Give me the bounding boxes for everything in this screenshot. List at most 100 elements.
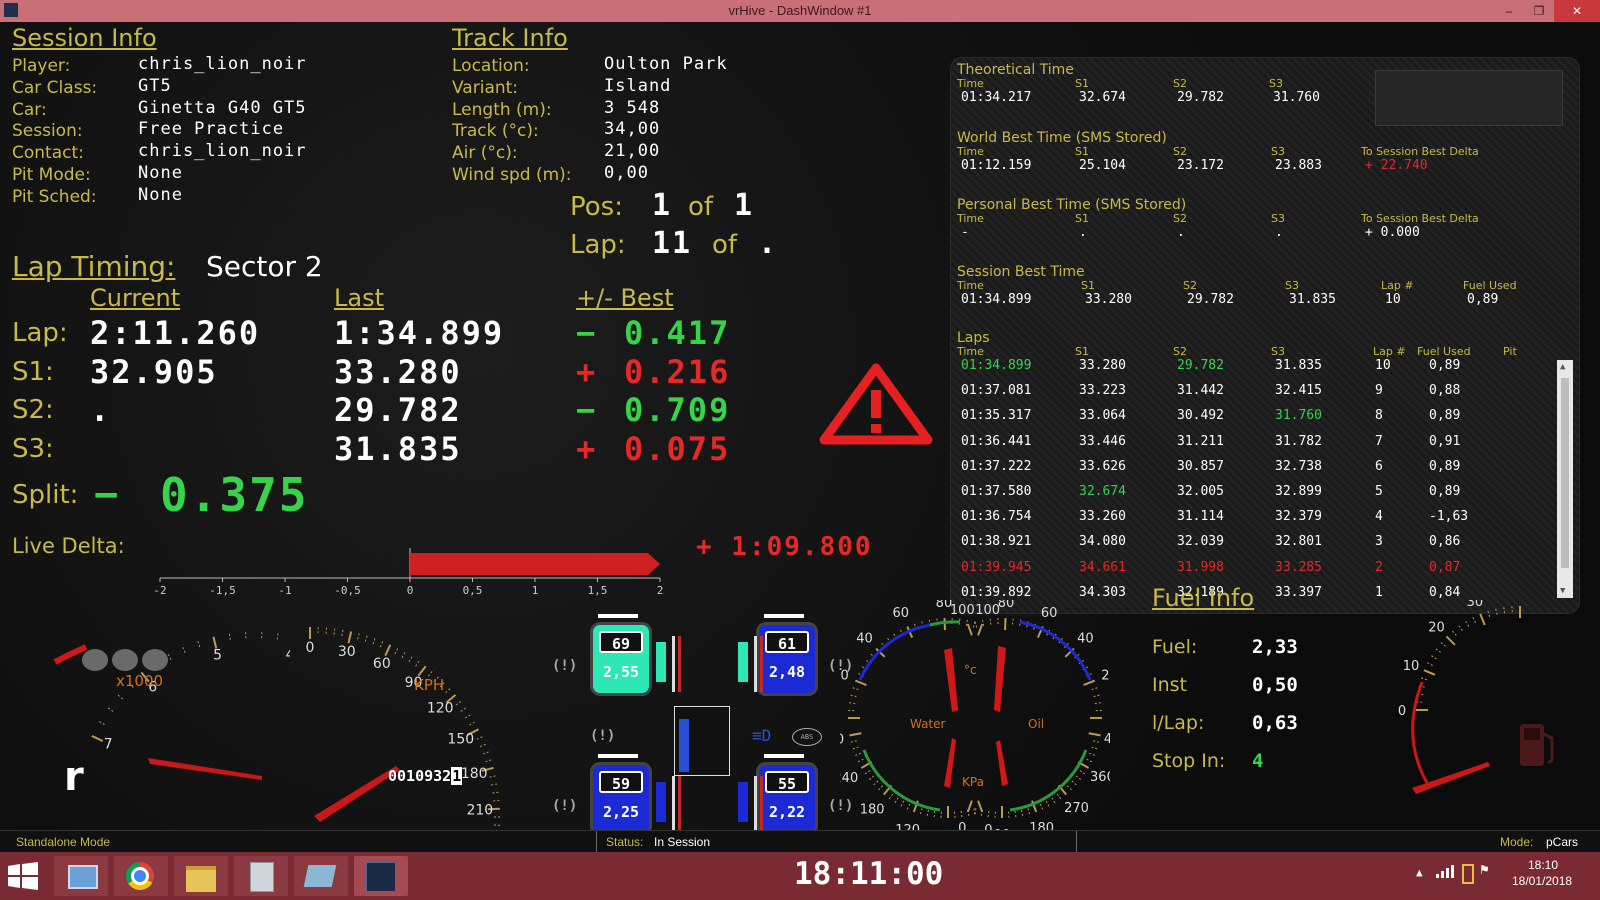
scroll-down-icon[interactable]: ▼ bbox=[1560, 586, 1565, 596]
pressure-left-minor-tick bbox=[850, 740, 857, 743]
session-best-title: Session Best Time bbox=[957, 264, 1085, 280]
lap-cell-lap: 4 bbox=[1375, 509, 1383, 525]
lap-cell-s3: 31.760 bbox=[1275, 408, 1322, 424]
laps-scrollbar[interactable]: ▲ ▼ bbox=[1557, 360, 1573, 598]
lap-row[interactable]: 01:37.580 32.674 32.005 32.899 5 0,89 bbox=[951, 484, 1551, 506]
lap-row[interactable]: 01:36.441 33.446 31.211 31.782 7 0,91 bbox=[951, 434, 1551, 456]
laps-col-header: Lap # bbox=[1373, 345, 1406, 358]
abs-icon: ABS bbox=[792, 728, 822, 746]
fuel-level-fill bbox=[679, 719, 689, 772]
tyre-fl: 69 2,55 bbox=[590, 622, 652, 696]
tray-date[interactable]: 18/01/2018 bbox=[1512, 874, 1572, 888]
pressure-right-minor-tick bbox=[1021, 809, 1024, 816]
flag-icon[interactable]: ⚑ bbox=[1480, 862, 1488, 878]
restore-button[interactable]: ❐ bbox=[1524, 0, 1554, 22]
tray-time[interactable]: 18:10 bbox=[1528, 858, 1558, 872]
battery-icon[interactable] bbox=[1462, 864, 1474, 884]
lap-row[interactable]: 01:36.754 33.260 31.114 32.379 4 -1,63 bbox=[951, 509, 1551, 531]
speed-minor-tick bbox=[464, 714, 471, 719]
fuel-value: 4 bbox=[1252, 750, 1264, 772]
lap-row[interactable]: 01:38.921 34.080 32.039 32.801 3 0,86 bbox=[951, 534, 1551, 556]
taskbar-notes-icon[interactable] bbox=[294, 856, 348, 896]
rpm-tick-label: 7 bbox=[104, 737, 113, 753]
speed-tick-label: 0 bbox=[306, 640, 315, 656]
fuel-gauge-tick-label: 40 bbox=[1512, 600, 1529, 601]
minimize-button[interactable]: – bbox=[1494, 0, 1524, 22]
delta-tick-label: 2 bbox=[657, 584, 664, 597]
tyre-wear-bar bbox=[764, 754, 804, 758]
oil-minor-tick bbox=[974, 621, 978, 628]
session-value: None bbox=[138, 163, 183, 183]
cell-value: - bbox=[961, 225, 969, 240]
windows-start-icon[interactable] bbox=[8, 862, 38, 890]
col-header: S3 bbox=[1271, 212, 1285, 225]
lap-row[interactable]: 01:37.081 33.223 31.442 32.415 9 0,88 bbox=[951, 383, 1551, 405]
live-delta-readout: + 1:09.800 bbox=[696, 532, 873, 562]
speed-minor-tick bbox=[333, 628, 336, 635]
laps-title: Laps bbox=[957, 330, 990, 346]
lap-cell-s2: 31.211 bbox=[1177, 433, 1224, 449]
timing-row-label: S3: bbox=[12, 433, 54, 464]
pressure-left-tick bbox=[849, 732, 862, 737]
lap-cell-fuel: 0,89 bbox=[1429, 458, 1461, 474]
lap-cell-s3: 32.415 bbox=[1275, 383, 1322, 399]
scroll-up-icon[interactable]: ▲ bbox=[1560, 362, 1565, 372]
water-minor-tick bbox=[850, 694, 857, 698]
timing-delta: 0.216 bbox=[624, 352, 731, 391]
pressure-right-tick-label: 450 bbox=[1104, 732, 1110, 747]
info-box bbox=[1375, 70, 1563, 126]
fuel-gauge-tick-label: 20 bbox=[1428, 621, 1445, 636]
lap-cell-s1: 34.661 bbox=[1079, 559, 1126, 575]
col-header: S1 bbox=[1075, 212, 1089, 225]
lap-cell-lap: 3 bbox=[1375, 534, 1383, 550]
pressure-left-tick-label: 240 bbox=[840, 771, 858, 786]
close-button[interactable]: ✕ bbox=[1554, 0, 1600, 22]
tyre-temp: 61 bbox=[765, 631, 809, 653]
position-label: Pos: bbox=[570, 192, 623, 222]
lap-row[interactable]: 01:34.899 33.280 29.782 31.835 10 0,89 bbox=[951, 358, 1551, 380]
cell-value: + 22.740 bbox=[1365, 158, 1428, 173]
timing-current: . bbox=[90, 391, 112, 429]
status-label: Status: bbox=[606, 835, 644, 849]
session-info-header: Session Info bbox=[12, 24, 157, 52]
col-header: S2 bbox=[1173, 77, 1187, 90]
fuel-pump-icon bbox=[1520, 724, 1554, 766]
tyre-rl: 59 2,25 bbox=[590, 762, 652, 836]
pressure-right-minor-tick bbox=[1051, 797, 1056, 804]
pressure-left-minor-tick bbox=[857, 758, 864, 763]
taskbar-chrome-icon[interactable] bbox=[114, 856, 168, 896]
taskbar-vrhive-icon[interactable] bbox=[354, 856, 408, 896]
speed-minor-tick bbox=[408, 656, 413, 663]
rpm-tick-label: 5 bbox=[213, 647, 222, 663]
lap-cell-time: 01:36.754 bbox=[961, 509, 1032, 525]
lap-cell-s2: 32.039 bbox=[1177, 534, 1224, 550]
damper-line bbox=[754, 636, 757, 692]
water-tick bbox=[977, 623, 984, 636]
lap-count-total: . bbox=[758, 226, 779, 261]
window-titlebar: vrHive - DashWindow #1 – ❐ ✕ bbox=[0, 0, 1600, 22]
lap-row[interactable]: 01:37.222 33.626 30.857 32.738 6 0,89 bbox=[951, 459, 1551, 481]
fuel-label: Inst bbox=[1152, 674, 1187, 696]
laps-col-header: Pit bbox=[1503, 345, 1517, 358]
network-icon[interactable] bbox=[1436, 864, 1454, 878]
lap-row[interactable]: 01:35.317 33.064 30.492 31.760 8 0,89 bbox=[951, 408, 1551, 430]
lap-cell-fuel: 0,84 bbox=[1429, 584, 1461, 600]
lap-row[interactable]: 01:39.945 34.661 31.998 33.285 2 0,87 bbox=[951, 560, 1551, 582]
laps-scrollbar-thumb[interactable] bbox=[1561, 378, 1569, 568]
taskbar-computer-icon[interactable] bbox=[54, 856, 108, 896]
fuel-gauge-minor-tick bbox=[1440, 642, 1446, 647]
temp-unit: °c bbox=[964, 663, 977, 677]
col-current-header: Current bbox=[90, 284, 181, 312]
shift-light bbox=[82, 649, 108, 671]
tray-up-icon[interactable]: ▲ bbox=[1416, 866, 1423, 879]
speed-minor-tick bbox=[476, 736, 483, 740]
pressure-right-tick-label: 270 bbox=[1064, 801, 1089, 816]
speed-minor-tick bbox=[479, 743, 486, 748]
taskbar-explorer-icon[interactable] bbox=[174, 856, 228, 896]
speed-minor-tick bbox=[493, 799, 500, 802]
pressure-left-minor-tick bbox=[933, 811, 936, 818]
lap-cell-time: 01:38.921 bbox=[961, 534, 1032, 550]
taskbar-calculator-icon[interactable] bbox=[234, 856, 288, 896]
fuel-gauge-minor-tick bbox=[1435, 648, 1442, 653]
theoretical-title: Theoretical Time bbox=[957, 62, 1074, 78]
